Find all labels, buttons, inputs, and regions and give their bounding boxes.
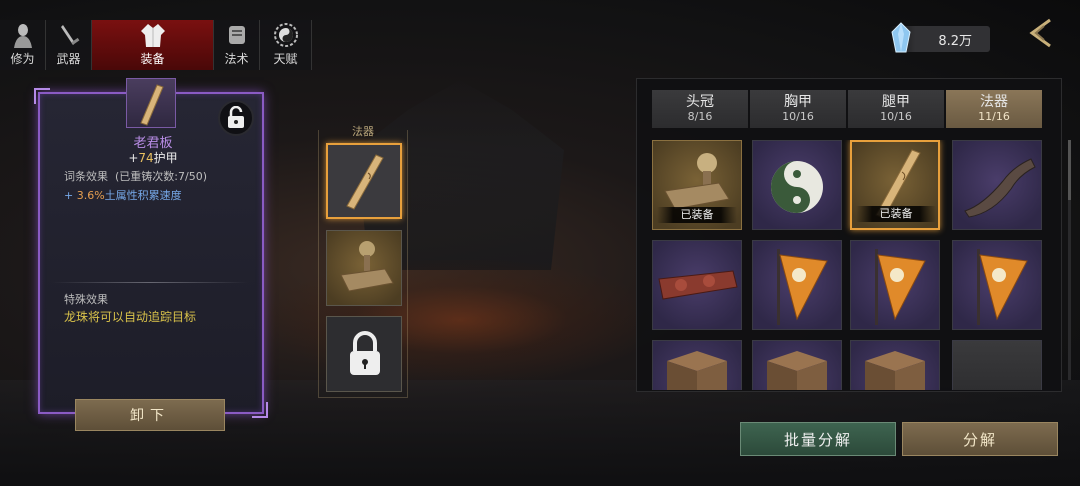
inventory-grid: 已装备 已装备 bbox=[652, 140, 1044, 390]
inventory-item-board-selected[interactable]: 已装备 bbox=[850, 140, 940, 230]
seal-stamp-icon bbox=[340, 241, 394, 292]
special-effect-text: 龙珠将可以自动追踪目标 bbox=[64, 310, 197, 324]
tab-cultivation-label: 修为 bbox=[10, 52, 35, 66]
bagua-flag-icon bbox=[777, 249, 828, 325]
special-effect-title: 特殊效果 bbox=[64, 293, 108, 306]
stat-prefix: + bbox=[128, 151, 139, 165]
tab-headgear-label: 头冠 bbox=[686, 94, 714, 110]
board-icon bbox=[140, 84, 164, 126]
top-nav-tabs: 修为 武器 装备 法术 天赋 bbox=[0, 20, 312, 70]
tab-equipment[interactable]: 装备 bbox=[92, 20, 214, 70]
inventory-item-rune-box[interactable] bbox=[850, 340, 940, 390]
affix-recast-count: (已重铸次数:7/50) bbox=[115, 170, 207, 183]
affix-text: 土属性积累速度 bbox=[104, 189, 182, 202]
tab-headgear[interactable]: 头冠 8/16 bbox=[652, 90, 748, 128]
currency-value: 8.2万 bbox=[938, 33, 972, 49]
bagua-flag-icon bbox=[875, 249, 926, 325]
item-main-stat: +74护甲 bbox=[38, 149, 268, 166]
rune-box-icon bbox=[667, 351, 727, 390]
carved-beam-icon bbox=[658, 270, 738, 300]
artifact-slot-label: 法器 bbox=[352, 125, 374, 138]
tab-artifact-label: 法器 bbox=[980, 94, 1008, 110]
crystal-icon bbox=[891, 22, 911, 53]
equipped-tag: 已装备 bbox=[657, 207, 737, 223]
tab-leg-armor-count: 10/16 bbox=[880, 110, 912, 123]
tab-chest-armor-count: 10/16 bbox=[782, 110, 814, 123]
tab-weapon-label: 武器 bbox=[56, 52, 81, 66]
yin-yang-icon bbox=[273, 23, 298, 47]
inventory-item-seal[interactable]: 已装备 bbox=[652, 140, 742, 230]
cultivation-figure-icon bbox=[13, 24, 32, 48]
yin-yang-orb-icon bbox=[771, 161, 823, 213]
board-icon bbox=[346, 154, 384, 210]
inventory-item-horn[interactable] bbox=[952, 140, 1042, 230]
tab-artifact[interactable]: 法器 11/16 bbox=[946, 90, 1042, 128]
section-divider bbox=[52, 282, 248, 283]
inventory-item-carved-beam[interactable] bbox=[652, 240, 742, 330]
artifact-slot-1[interactable] bbox=[326, 143, 402, 219]
stat-value: 74 bbox=[138, 151, 154, 165]
affix-percent: 3.6% bbox=[76, 189, 105, 202]
scroll-icon bbox=[228, 26, 245, 44]
rune-box-icon bbox=[767, 351, 827, 390]
affix-prefix: + bbox=[64, 189, 77, 202]
inventory-item-yinyang-orb[interactable] bbox=[752, 140, 842, 230]
tab-weapon[interactable]: 武器 bbox=[46, 20, 92, 70]
tab-artifact-count: 11/16 bbox=[978, 110, 1010, 123]
tab-equipment-label: 装备 bbox=[140, 52, 165, 66]
robe-icon bbox=[140, 24, 165, 47]
tab-chest-armor[interactable]: 胸甲 10/16 bbox=[750, 90, 846, 128]
affix-line: + 3.6%土属性积累速度 bbox=[64, 187, 182, 203]
tab-cultivation[interactable]: 修为 bbox=[0, 20, 46, 70]
inventory-scrollbar[interactable] bbox=[1068, 140, 1071, 380]
scrollbar-thumb[interactable] bbox=[1068, 140, 1071, 200]
inventory-category-tabs: 头冠 8/16 胸甲 10/16 腿甲 10/16 法器 11/16 bbox=[652, 90, 1042, 128]
artifact-slot-2[interactable] bbox=[326, 230, 402, 306]
tab-spell-label: 法术 bbox=[224, 52, 249, 66]
affix-title: 词条效果 bbox=[64, 170, 108, 183]
item-detail-thumbnail bbox=[126, 78, 176, 128]
tab-leg-armor[interactable]: 腿甲 10/16 bbox=[848, 90, 944, 128]
rune-box-icon bbox=[865, 351, 925, 390]
decompose-button[interactable]: 分解 bbox=[902, 422, 1058, 456]
affix-section-title: 词条效果 (已重铸次数:7/50) bbox=[64, 168, 207, 184]
tab-spell[interactable]: 法术 bbox=[214, 20, 260, 70]
bagua-flag-icon bbox=[977, 249, 1028, 325]
horn-icon bbox=[964, 158, 1036, 218]
tab-talent-label: 天赋 bbox=[273, 52, 298, 66]
inventory-item-rune-box[interactable] bbox=[752, 340, 842, 390]
batch-decompose-button[interactable]: 批量分解 bbox=[740, 422, 896, 456]
inventory-item-bagua-flag[interactable] bbox=[952, 240, 1042, 330]
artifact-slot-3-locked[interactable] bbox=[326, 316, 402, 392]
tab-chest-armor-label: 胸甲 bbox=[784, 94, 812, 110]
inventory-item-bagua-flag[interactable] bbox=[752, 240, 842, 330]
back-icon[interactable] bbox=[1022, 14, 1060, 52]
inventory-item-bagua-flag[interactable] bbox=[850, 240, 940, 330]
tab-talent[interactable]: 天赋 bbox=[260, 20, 312, 70]
tab-leg-armor-label: 腿甲 bbox=[882, 94, 910, 110]
unequip-button[interactable]: 卸下 bbox=[75, 399, 225, 431]
equipped-tag: 已装备 bbox=[856, 206, 936, 222]
unlock-toggle[interactable] bbox=[218, 100, 254, 136]
stat-label: 护甲 bbox=[153, 151, 178, 165]
padlock-icon bbox=[350, 331, 380, 375]
unlocked-padlock-icon bbox=[228, 106, 244, 128]
tab-headgear-count: 8/16 bbox=[687, 110, 713, 123]
sword-icon bbox=[60, 25, 79, 45]
inventory-item-rune-box[interactable] bbox=[652, 340, 742, 390]
inventory-item-empty[interactable] bbox=[952, 340, 1042, 390]
